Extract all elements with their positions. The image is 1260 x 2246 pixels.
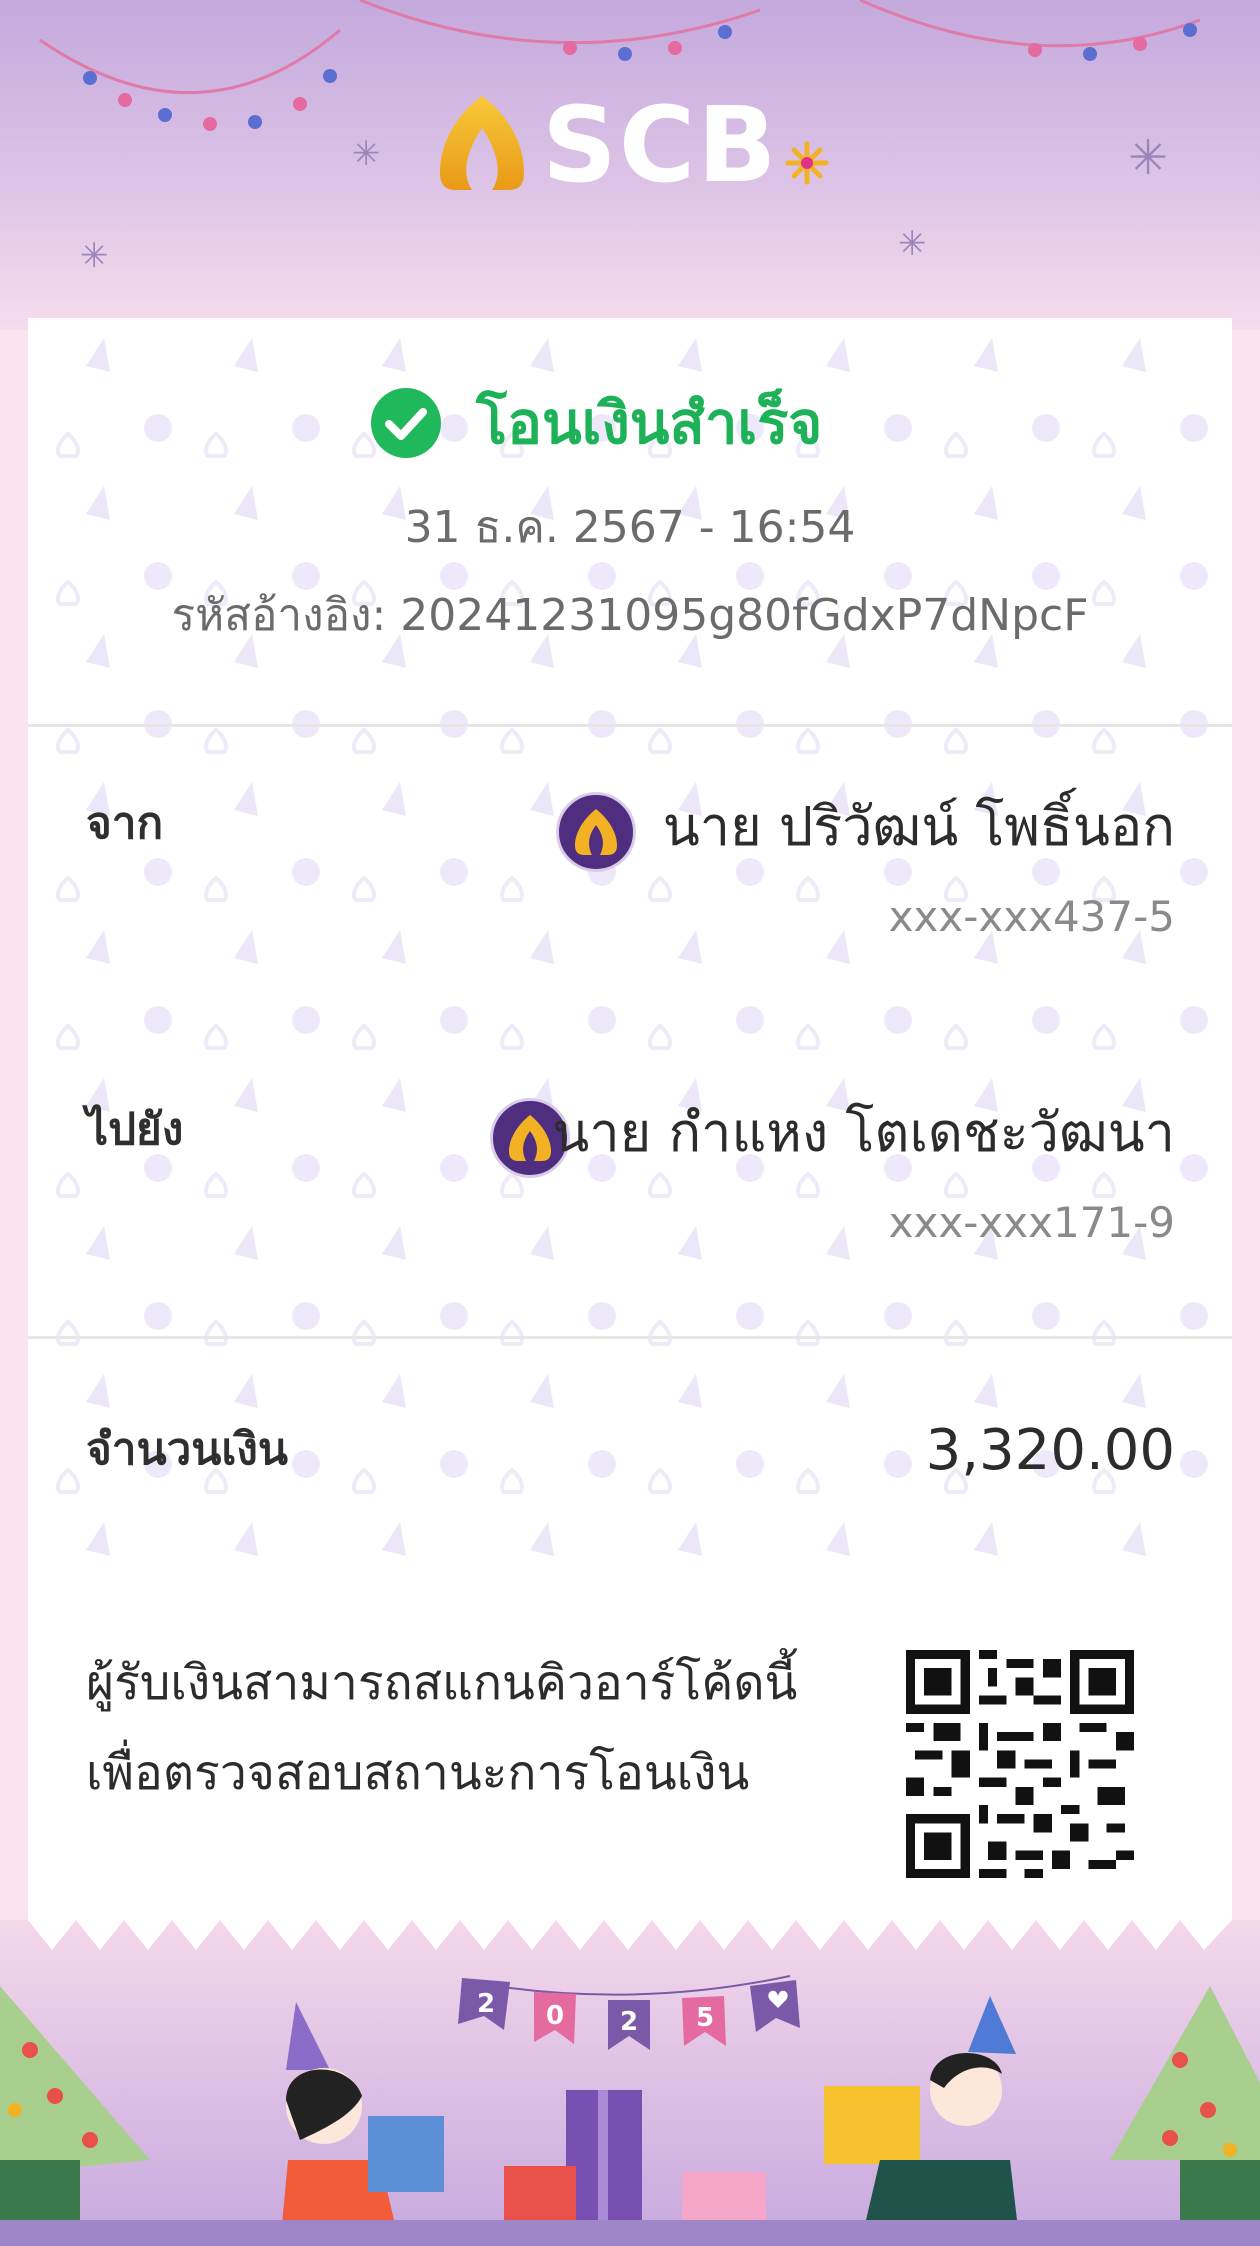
- sparkle-icon: ✳: [352, 134, 381, 174]
- star-icon: [785, 141, 829, 185]
- new-year-footer-illustration: 2 0 2 5: [0, 1920, 1260, 2246]
- sparkle-icon: ✳: [898, 224, 927, 264]
- to-label: ไปยัง: [86, 1104, 184, 1155]
- banner-digit: 5: [696, 2003, 714, 2033]
- scb-logo-icon: [440, 96, 524, 190]
- amount-value: 3,320.00: [925, 1418, 1175, 1483]
- recipient-name: นาย กำแหง โตเดชะวัฒนา: [552, 1101, 1175, 1164]
- qr-instruction: ผู้รับเงินสามารถสแกนคิวอาร์โค้ดนี้ เพื่อ…: [86, 1638, 886, 1818]
- scb-logo: SCB: [432, 84, 852, 206]
- receipt-header: ✳ ✳ ✳ ✳ SCB: [0, 0, 1260, 330]
- sender-bank-avatar-icon: [556, 792, 636, 872]
- qr-instruction-line: ผู้รับเงินสามารถสแกนคิวอาร์โค้ดนี้: [86, 1655, 798, 1711]
- sender-account: xxx-xxx437-5: [888, 892, 1175, 941]
- recipient-account: xxx-xxx171-9: [888, 1198, 1175, 1247]
- brand-name: SCB: [542, 84, 779, 206]
- from-label: จาก: [86, 798, 164, 849]
- banner-digit: 2: [620, 2007, 638, 2037]
- qr-instruction-line: เพื่อตรวจสอบสถานะการโอนเงิน: [86, 1745, 750, 1801]
- sparkle-icon: ✳: [1128, 130, 1169, 186]
- verification-qr-code[interactable]: [906, 1650, 1134, 1878]
- divider: [28, 724, 1232, 727]
- transfer-status: โอนเงินสำเร็จ: [476, 389, 823, 457]
- divider: [28, 1336, 1232, 1339]
- amount-label: จำนวนเงิน: [86, 1424, 288, 1475]
- receipt-card: โอนเงินสำเร็จ 31 ธ.ค. 2567 - 16:54 รหัสอ…: [28, 318, 1232, 1958]
- banner-digit: 2: [477, 1989, 495, 2019]
- reference-number: รหัสอ้างอิง: 20241231095g80fGdxP7dNpcF: [171, 590, 1089, 641]
- banner-digit: 0: [546, 2001, 564, 2031]
- sender-name: นาย ปริวัฒน์ โพธิ์นอก: [662, 795, 1175, 858]
- success-check-icon: [371, 388, 441, 458]
- transfer-datetime: 31 ธ.ค. 2567 - 16:54: [404, 502, 856, 553]
- sparkle-icon: ✳: [80, 236, 109, 276]
